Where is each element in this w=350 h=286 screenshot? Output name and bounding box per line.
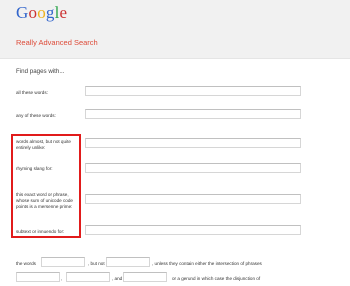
any-words-label: any of these words:: [16, 113, 56, 118]
google-logo[interactable]: Google: [16, 3, 67, 23]
all-words-input[interactable]: [85, 86, 301, 96]
page-title: Really Advanced Search: [16, 38, 98, 47]
sentence-unless: , unless they contain either the interse…: [152, 261, 262, 266]
rhyming-slang-label: rhyming slang for:: [16, 166, 53, 171]
section-heading: Find pages with...: [16, 68, 65, 75]
intersection-phrase-3-input[interactable]: [123, 272, 167, 282]
sentence-the-words: the words: [16, 261, 36, 266]
sentence-gerund: or a gerund in which case the disjunctio…: [172, 276, 261, 281]
sentence-comma: ,: [61, 276, 63, 281]
unlike-words-label: words almost, but not quite entirely unl…: [16, 139, 71, 151]
subtext-label: subtext or innuendo for:: [16, 229, 65, 234]
intersection-phrase-1-input[interactable]: [16, 272, 60, 282]
any-words-input[interactable]: [85, 109, 301, 119]
rhyming-slang-input[interactable]: [85, 163, 301, 173]
intersection-phrase-2-input[interactable]: [66, 272, 110, 282]
the-words-input[interactable]: [41, 257, 85, 267]
but-not-input[interactable]: [106, 257, 150, 267]
unlike-words-input[interactable]: [85, 138, 301, 148]
sentence-but-not: , but not: [88, 261, 105, 266]
mersenne-phrase-input[interactable]: [85, 194, 301, 204]
all-words-label: all these words:: [16, 90, 48, 95]
mersenne-phrase-label: this exact word or phrase, whose sum of …: [16, 192, 73, 210]
sentence-and: , and: [112, 276, 123, 281]
subtext-input[interactable]: [85, 225, 301, 235]
